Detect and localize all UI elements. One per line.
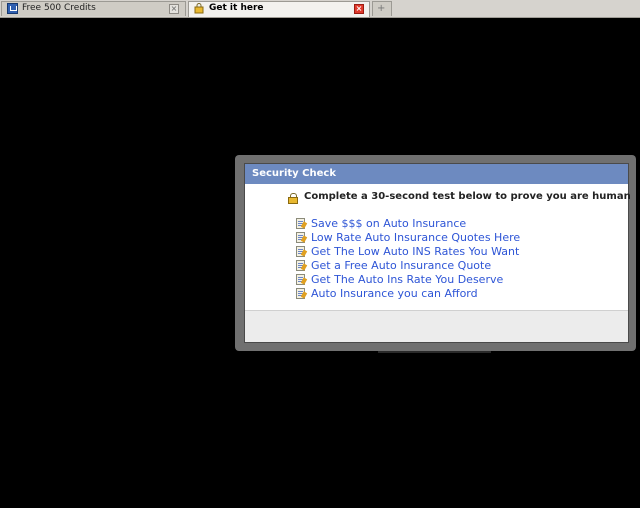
survey-icon <box>296 232 305 243</box>
tab-bar: Free 500 Credits × Get it here × + <box>0 0 640 18</box>
offer-list: Save $$$ on Auto Insurance Low Rate Auto… <box>296 217 520 301</box>
survey-icon <box>296 274 305 285</box>
dialog-title: Security Check <box>245 164 628 184</box>
offer-link[interactable]: Low Rate Auto Insurance Quotes Here <box>296 231 520 245</box>
dialog-instruction: Complete a 30-second test below to prove… <box>304 191 631 202</box>
offer-link-label: Auto Insurance you can Afford <box>311 287 478 300</box>
offer-link-label: Get The Auto Ins Rate You Deserve <box>311 273 504 286</box>
tab-label: Free 500 Credits <box>22 3 96 13</box>
offer-link[interactable]: Get a Free Auto Insurance Quote <box>296 259 520 273</box>
offer-link-label: Get a Free Auto Insurance Quote <box>311 259 492 272</box>
offer-link[interactable]: Get The Auto Ins Rate You Deserve <box>296 273 520 287</box>
offer-link-label: Low Rate Auto Insurance Quotes Here <box>311 231 521 244</box>
close-icon[interactable]: × <box>354 4 364 14</box>
offer-link[interactable]: Get The Low Auto INS Rates You Want <box>296 245 520 259</box>
tab-free-500-credits[interactable]: Free 500 Credits × <box>1 1 186 16</box>
close-icon[interactable]: × <box>169 4 179 14</box>
tab-get-it-here[interactable]: Get it here × <box>188 1 370 17</box>
security-check-dialog: Security Check Complete a 30-second test… <box>244 163 631 343</box>
survey-icon <box>296 246 305 257</box>
offer-link-label: Get The Low Auto INS Rates You Want <box>311 245 520 258</box>
tab-label: Get it here <box>209 3 264 13</box>
offer-link[interactable]: Auto Insurance you can Afford <box>296 287 520 301</box>
survey-icon <box>296 218 305 229</box>
window-icon <box>7 3 18 14</box>
background-divider <box>378 351 491 353</box>
offer-link-label: Save $$$ on Auto Insurance <box>311 217 467 230</box>
offer-link[interactable]: Save $$$ on Auto Insurance <box>296 217 520 231</box>
new-tab-button[interactable]: + <box>372 1 392 16</box>
survey-icon <box>296 288 305 299</box>
lock-icon <box>288 193 299 204</box>
survey-icon <box>296 260 305 271</box>
plus-icon: + <box>377 3 386 14</box>
dialog-footer <box>245 310 628 342</box>
warning-lock-icon <box>194 3 204 14</box>
